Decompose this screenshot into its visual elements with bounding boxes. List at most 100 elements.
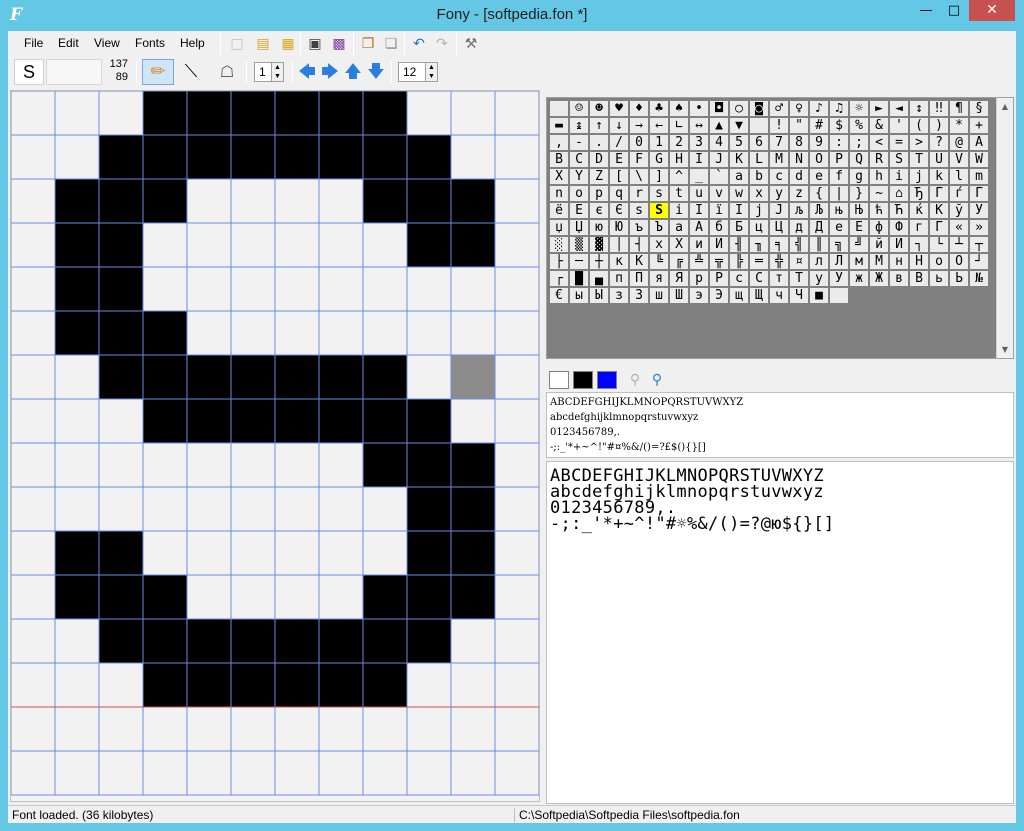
charmap-cell[interactable]: Ц [769,219,789,236]
glyph-pixel[interactable] [319,707,363,751]
glyph-pixel[interactable] [143,575,187,619]
charmap-cell[interactable]: Й [889,236,909,253]
charmap-cell[interactable]: Я [669,270,689,287]
charmap-cell[interactable]: ╔ [669,253,689,270]
charmap-cell[interactable]: █ [569,270,589,287]
glyph-pixel[interactable] [363,531,407,575]
glyph-pixel[interactable] [275,135,319,179]
charmap-cell[interactable]: ╕ [769,236,789,253]
glyph-pixel[interactable] [275,531,319,575]
charmap-cell[interactable]: f [829,168,849,185]
glyph-pixel[interactable] [11,707,55,751]
charmap-cell[interactable]: 7 [769,134,789,151]
charmap-cell[interactable]: T [909,151,929,168]
glyph-pixel[interactable] [275,751,319,795]
charmap-cell[interactable]: @ [949,134,969,151]
close-button[interactable]: ✕ [969,0,1015,21]
charmap-cell[interactable]: [ [609,168,629,185]
charmap-cell[interactable]: n [549,185,569,202]
charmap-cell[interactable]: % [849,117,869,134]
charmap-cell[interactable]: ╠ [729,253,749,270]
glyph-pixel[interactable] [231,311,275,355]
glyph-pixel[interactable] [187,179,231,223]
charmap-cell[interactable]: И [709,236,729,253]
glyph-pixel[interactable] [231,751,275,795]
minimize-button[interactable]: — [912,0,940,21]
charmap-cell[interactable]: < [869,134,889,151]
charmap-cell[interactable]: ↑ [589,117,609,134]
background-color-swatch[interactable] [549,371,569,389]
charmap-cell[interactable]: ┘ [969,253,989,270]
charmap-cell[interactable]: к [609,253,629,270]
glyph-grid[interactable] [11,91,540,802]
glyph-pixel[interactable] [187,443,231,487]
glyph-pixel[interactable] [363,399,407,443]
charmap-cell[interactable]: , [549,134,569,151]
charmap-cell[interactable]: R [869,151,889,168]
charmap-cell[interactable]: q [609,185,629,202]
glyph-pixel[interactable] [187,399,231,443]
charmap-cell[interactable]: c [769,168,789,185]
arrow-down-icon[interactable]: 🡇 [365,61,387,83]
charmap-cell[interactable]: Ћ [889,202,909,219]
glyph-pixel[interactable] [495,355,539,399]
glyph-pixel[interactable] [231,531,275,575]
charmap-cell[interactable]: э [689,287,709,304]
charmap-cell[interactable]: ю [589,219,609,236]
charmap-cell[interactable]: ¤ [789,253,809,270]
glyph-pixel[interactable] [319,619,363,663]
charmap-cell[interactable]: t [669,185,689,202]
glyph-pixel[interactable] [495,663,539,707]
charmap-cell[interactable]: Ш [669,287,689,304]
charmap-cell[interactable]: ј [749,202,769,219]
glyph-pixel[interactable] [187,223,231,267]
scroll-up-icon[interactable]: ▲ [997,102,1013,111]
charmap-cell[interactable]: њ [829,202,849,219]
glyph-pixel[interactable] [231,135,275,179]
charmap-cell[interactable]: ! [769,117,789,134]
glyph-pixel[interactable] [55,135,99,179]
charmap-cell[interactable]: ь [929,270,949,287]
glyph-pixel[interactable] [407,399,451,443]
charmap-cell[interactable]: G [649,151,669,168]
glyph-pixel[interactable] [231,179,275,223]
glyph-pixel[interactable] [187,267,231,311]
glyph-pixel[interactable] [319,267,363,311]
glyph-pixel[interactable] [275,223,319,267]
charmap-cell[interactable]: у [809,270,829,287]
glyph-pixel[interactable] [319,399,363,443]
glyph-pixel[interactable] [363,663,407,707]
charmap-cell[interactable]: j [909,168,929,185]
charmap-cell[interactable]: ф [869,219,889,236]
charmap-cell[interactable]: € [549,287,569,304]
glyph-pixel[interactable] [407,179,451,223]
charmap-cell[interactable]: ♥ [609,100,629,117]
settings-icon[interactable]: ⚒ [460,33,482,55]
charmap-cell[interactable]: = [889,134,909,151]
charmap-cell[interactable]: ~ [869,185,889,202]
arrow-up-icon[interactable]: 🡅 [342,61,364,83]
charmap-cell[interactable]: з [609,287,629,304]
charmap-cell[interactable]: ○ [729,100,749,117]
glyph-pixel[interactable] [55,575,99,619]
charmap-cell[interactable]: o [569,185,589,202]
charmap-cell[interactable]: І [689,202,709,219]
charmap-cell[interactable]: ї [709,202,729,219]
charmap-cell[interactable]: b [749,168,769,185]
glyph-pixel[interactable] [451,707,495,751]
charmap-cell[interactable]: Щ [749,287,769,304]
charmap-cell[interactable]: р [689,270,709,287]
charmap-cell[interactable]: ћ [869,202,889,219]
glyph-pixel[interactable] [11,443,55,487]
charmap-cell[interactable]: Р [709,270,729,287]
charmap-cell[interactable]: й [869,236,889,253]
charmap-cell[interactable]: ◄ [889,100,909,117]
charmap-cell[interactable]: ў [949,202,969,219]
glyph-pixel[interactable] [187,707,231,751]
charmap-cell[interactable]: └ [929,236,949,253]
charmap-cell[interactable]: ъ [629,219,649,236]
glyph-pixel[interactable] [231,575,275,619]
glyph-pixel[interactable] [55,223,99,267]
maximize-button[interactable]: □ [940,0,968,21]
charmap-cell[interactable]: ▒ [569,236,589,253]
